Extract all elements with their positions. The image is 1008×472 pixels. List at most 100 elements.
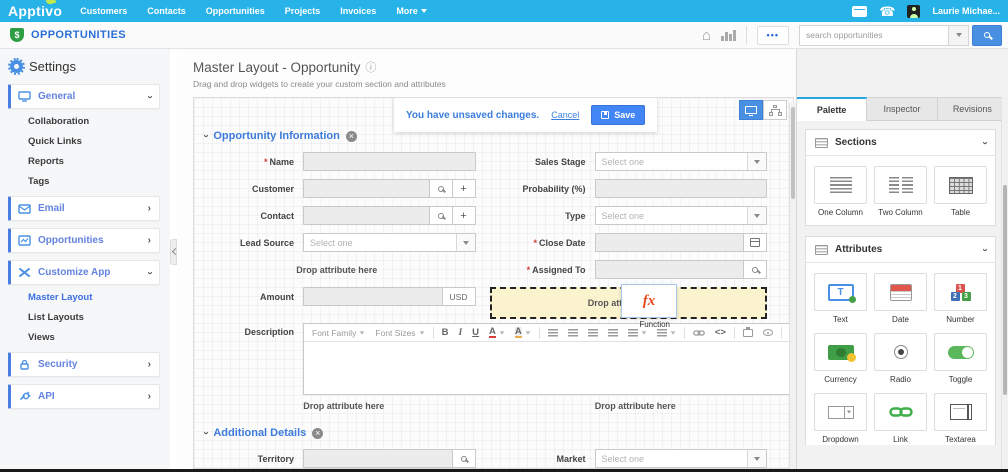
apptivo-logo[interactable]: Apptivo (8, 0, 62, 19)
sitemap-view-button[interactable] (763, 100, 787, 120)
drop-target[interactable]: Drop attribute here (490, 401, 782, 411)
section-one-column[interactable]: One Column (814, 166, 867, 217)
assigned-to-search-button[interactable] (743, 260, 767, 279)
section-table[interactable]: Table (934, 166, 987, 217)
attribute-textarea[interactable]: Textarea (934, 393, 987, 444)
sidebar-item-views[interactable]: Views (28, 332, 160, 343)
save-button[interactable]: Save (591, 105, 646, 125)
avatar[interactable] (907, 4, 921, 18)
close-date-input[interactable] (594, 233, 744, 252)
territory-search-button[interactable] (451, 449, 476, 468)
drop-target[interactable]: Drop attribute here (198, 260, 476, 279)
customer-add-button[interactable]: + (451, 179, 476, 198)
sidebar-item-email[interactable]: Email › (8, 196, 160, 221)
user-menu[interactable]: Laurie Michae... (932, 6, 1000, 16)
active-drop-zone[interactable]: Drop attribute here fx Function (489, 284, 767, 329)
align-justify-button[interactable] (604, 328, 622, 338)
section-two-column[interactable]: Two Column (874, 166, 927, 217)
sales-stage-select[interactable]: Select one (594, 152, 767, 171)
sidebar-item-api[interactable]: API › (8, 384, 160, 409)
description-textarea[interactable] (304, 342, 793, 394)
drop-target[interactable]: Drop attribute here (198, 401, 490, 411)
customer-input[interactable] (303, 179, 430, 198)
align-left-button[interactable] (544, 328, 562, 338)
attribute-text[interactable]: T Text (814, 273, 867, 324)
sidebar-item-quick-links[interactable]: Quick Links (28, 136, 160, 147)
probability-input[interactable] (594, 179, 767, 198)
attribute-link[interactable]: Link (874, 393, 927, 444)
sidebar-item-collaboration[interactable]: Collaboration (28, 116, 160, 127)
attribute-dropdown[interactable]: Dropdown (814, 393, 867, 444)
phone-icon[interactable]: ☎ (879, 5, 895, 18)
main-scrollbar[interactable] (789, 103, 796, 469)
search-button[interactable] (972, 24, 1002, 46)
assigned-to-input[interactable] (594, 260, 744, 279)
nav-customers[interactable]: Customers (80, 6, 127, 16)
sidebar-item-opportunities[interactable]: Opportunities › (8, 228, 160, 253)
sidebar-item-reports[interactable]: Reports (28, 156, 160, 167)
search-scope-dropdown[interactable] (949, 24, 969, 46)
tab-palette[interactable]: Palette (797, 97, 868, 121)
nav-invoices[interactable]: Invoices (340, 6, 376, 16)
preview-button[interactable] (759, 328, 777, 337)
collapse-icon[interactable]: › (201, 134, 212, 137)
numbered-list-button[interactable] (653, 328, 680, 338)
source-code-button[interactable]: <> (711, 326, 730, 339)
attribute-number[interactable]: 1 2 3 Number (934, 273, 987, 324)
align-right-button[interactable] (584, 328, 602, 338)
dashboard-chart-icon[interactable] (721, 29, 736, 41)
sidebar-collapse-handle[interactable] (170, 239, 177, 265)
territory-input[interactable] (303, 449, 453, 468)
name-input[interactable] (303, 152, 476, 171)
nav-opportunities[interactable]: Opportunities (206, 6, 265, 16)
highlight-color-button[interactable]: A (511, 326, 535, 340)
sidebar-item-security[interactable]: Security › (8, 352, 160, 377)
type-select[interactable]: Select one (594, 206, 767, 225)
sidebar-item-general[interactable]: General › (8, 84, 160, 109)
tab-inspector[interactable]: Inspector (867, 97, 938, 121)
contact-search-button[interactable] (428, 206, 453, 225)
font-family-dropdown[interactable]: Font Family (308, 327, 369, 339)
nav-projects[interactable]: Projects (285, 6, 321, 16)
remove-section-icon[interactable]: × (312, 427, 324, 439)
scrollbar-thumb[interactable] (1003, 185, 1007, 395)
cancel-link[interactable]: Cancel (551, 110, 579, 120)
insert-link-button[interactable] (689, 328, 709, 338)
tab-revisions[interactable]: Revisions (937, 97, 1008, 121)
sidebar-item-list-layouts[interactable]: List Layouts (28, 312, 160, 323)
amount-input[interactable] (303, 287, 443, 306)
attribute-currency[interactable]: Currency (814, 333, 867, 384)
overflow-menu-button[interactable]: ••• (756, 25, 789, 45)
nav-more[interactable]: More (396, 6, 427, 16)
search-input[interactable] (799, 24, 949, 46)
contact-add-button[interactable]: + (451, 206, 476, 225)
bullet-list-button[interactable] (624, 328, 651, 338)
text-color-button[interactable]: A (485, 326, 509, 340)
remove-section-icon[interactable]: × (345, 130, 357, 142)
sidebar-item-tags[interactable]: Tags (28, 176, 160, 187)
function-widget-drag-ghost[interactable]: fx (621, 284, 677, 318)
attribute-date[interactable]: Date (874, 273, 927, 324)
scrollbar-thumb[interactable] (791, 107, 795, 199)
palette-scrollbar[interactable] (1001, 97, 1008, 469)
market-select[interactable]: Select one (594, 449, 767, 468)
lead-source-select[interactable]: Select one (303, 233, 476, 252)
sections-group-header[interactable]: Sections › (806, 130, 995, 156)
calendar-icon[interactable] (852, 5, 868, 17)
underline-button[interactable]: U (468, 326, 483, 339)
contact-input[interactable] (303, 206, 430, 225)
attributes-group-header[interactable]: Attributes › (806, 237, 995, 263)
bold-button[interactable]: B (438, 326, 453, 339)
info-icon[interactable]: ⓘ (365, 59, 376, 75)
date-picker-button[interactable] (743, 233, 767, 252)
font-sizes-dropdown[interactable]: Font Sizes (371, 327, 428, 339)
customer-search-button[interactable] (428, 179, 453, 198)
nav-contacts[interactable]: Contacts (147, 6, 186, 16)
attribute-toggle[interactable]: Toggle (934, 333, 987, 384)
collapse-icon[interactable]: › (201, 431, 212, 434)
attribute-radio[interactable]: Radio (874, 333, 927, 384)
desktop-view-button[interactable] (739, 100, 763, 120)
italic-button[interactable]: I (454, 327, 466, 339)
home-icon[interactable]: ⌂ (702, 28, 711, 43)
sidebar-item-master-layout[interactable]: Master Layout (28, 292, 160, 303)
